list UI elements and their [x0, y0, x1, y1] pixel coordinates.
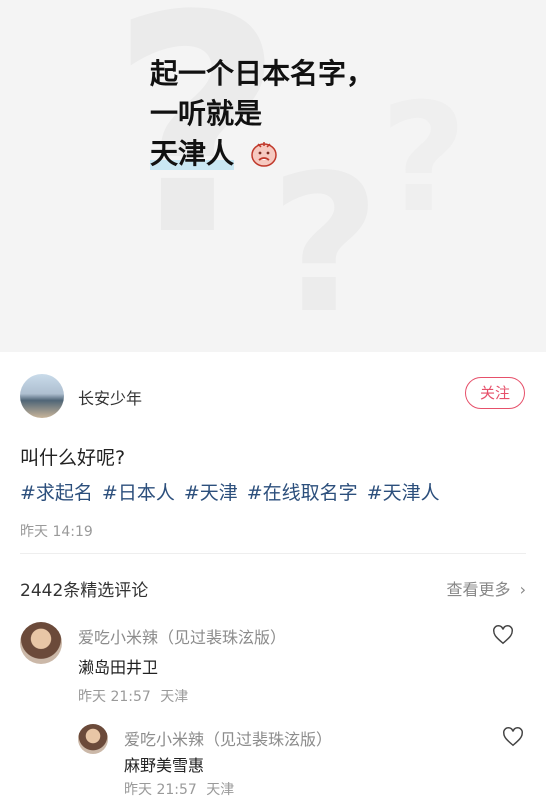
- see-more-label: 查看更多: [446, 580, 511, 599]
- author-row: 长安少年 关注: [20, 372, 530, 420]
- hashtag-link[interactable]: #天津: [184, 482, 238, 504]
- follow-button[interactable]: 关注: [465, 377, 525, 409]
- reply-comment-item: 爱吃小米辣（见过裴珠泫版） 麻野美雪惠 昨天 21:57 天津: [78, 724, 526, 800]
- comment-time: 昨天 21:57: [124, 782, 197, 798]
- commenter-name[interactable]: 爱吃小米辣（见过裴珠泫版）: [124, 726, 332, 750]
- post-tags: #求起名 #日本人 #天津 #在线取名字 #天津人: [20, 478, 449, 505]
- hashtag-link[interactable]: #日本人: [102, 482, 175, 504]
- post-cover-image[interactable]: ? ? ? 起一个日本名字， 一听就是 天津人: [0, 0, 546, 352]
- comment-text[interactable]: 濑岛田井卫: [78, 654, 158, 678]
- comments-header: 2442条精选评论 查看更多 ›: [20, 574, 526, 601]
- see-more-link[interactable]: 查看更多 ›: [446, 576, 526, 600]
- comment-text[interactable]: 麻野美雪惠: [124, 752, 204, 776]
- hashtag-link[interactable]: #求起名: [20, 482, 93, 504]
- divider: [20, 553, 526, 554]
- author-avatar[interactable]: [20, 374, 64, 418]
- author-name[interactable]: 长安少年: [78, 385, 142, 409]
- heart-icon[interactable]: [492, 624, 514, 646]
- comment-location: 天津: [206, 782, 235, 798]
- comments-count: 2442条精选评论: [20, 581, 149, 601]
- svg-text:?: ?: [380, 72, 467, 246]
- blushing-face-icon: [251, 142, 277, 167]
- post-timestamp: 昨天 14:19: [20, 524, 93, 540]
- comment-time: 昨天 21:57: [78, 689, 151, 705]
- commenter-name[interactable]: 爱吃小米辣（见过裴珠泫版）: [78, 624, 286, 648]
- commenter-avatar[interactable]: [20, 622, 62, 664]
- comment-meta: 昨天 21:57 天津: [124, 779, 234, 799]
- comment-location: 天津: [160, 689, 189, 705]
- heart-icon[interactable]: [502, 726, 524, 748]
- chevron-right-icon: ›: [519, 580, 526, 599]
- comment-meta: 昨天 21:57 天津: [78, 686, 188, 706]
- cover-title-line-1: 起一个日本名字，: [150, 57, 375, 90]
- commenter-avatar[interactable]: [78, 724, 108, 754]
- comment-item: 爱吃小米辣（见过裴珠泫版） 濑岛田井卫 昨天 21:57 天津: [20, 622, 526, 712]
- post-text: 叫什么好呢?: [20, 447, 126, 469]
- hashtag-link[interactable]: #天津人: [367, 482, 440, 504]
- question-mark-decoration: ? ? ?: [110, 0, 467, 352]
- cover-title-line-2: 一听就是: [150, 97, 263, 130]
- cover-title-line-3: 天津人: [150, 134, 235, 174]
- hashtag-link[interactable]: #在线取名字: [247, 482, 358, 504]
